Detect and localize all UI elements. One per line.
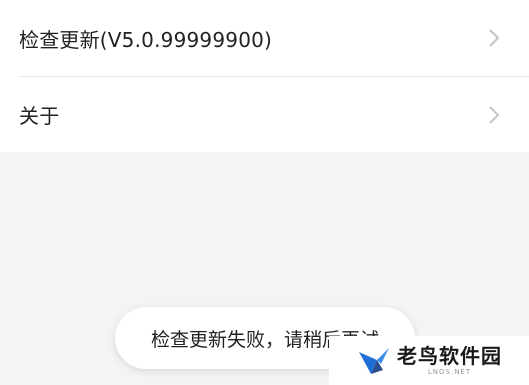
watermark-subtitle: LNOS.NET — [427, 367, 472, 376]
settings-list: 检查更新(V5.0.99999900) 关于 — [0, 0, 529, 152]
watermark-text: 老鸟软件园 LNOS.NET — [397, 345, 502, 377]
watermark-title: 老鸟软件园 — [397, 343, 502, 368]
chevron-right-icon — [487, 28, 501, 48]
check-update-label: 检查更新(V5.0.99999900) — [19, 27, 273, 52]
check-update-item[interactable]: 检查更新(V5.0.99999900) — [0, 0, 529, 76]
about-item[interactable]: 关于 — [19, 76, 529, 152]
chevron-right-icon — [487, 105, 501, 125]
about-label: 关于 — [19, 104, 60, 128]
bird-logo-icon — [357, 344, 391, 378]
settings-screen: 检查更新(V5.0.99999900) 关于 检查更新失败，请稍后再试 老鸟软件… — [0, 0, 529, 385]
watermark: 老鸟软件园 LNOS.NET — [329, 336, 529, 385]
